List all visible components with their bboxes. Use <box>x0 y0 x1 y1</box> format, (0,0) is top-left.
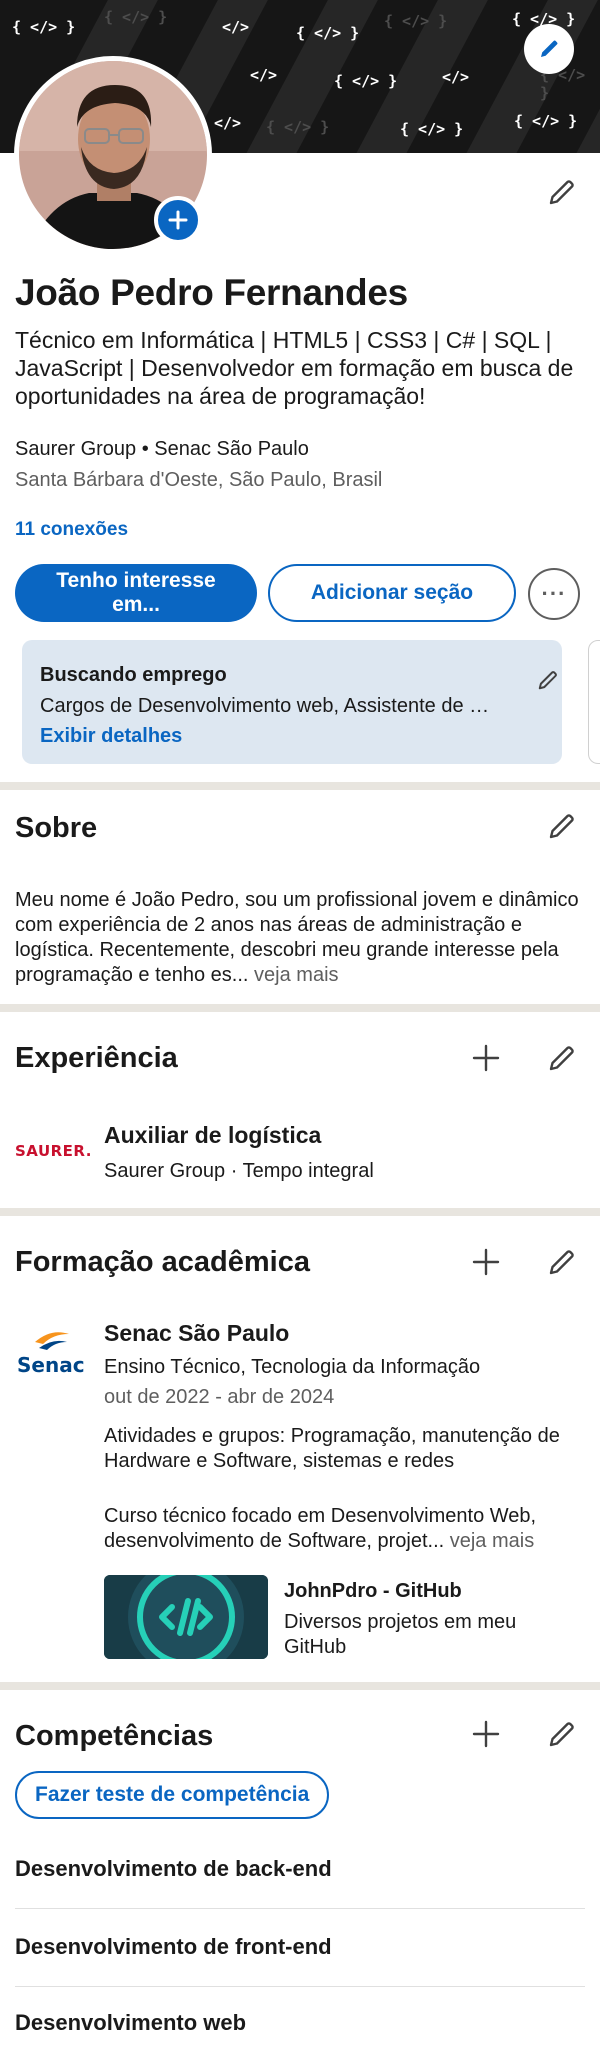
code-logo-icon <box>104 1575 268 1659</box>
about-text: Meu nome é João Pedro, sou um profission… <box>15 888 585 988</box>
edit-banner-button[interactable] <box>524 24 574 74</box>
experience-role[interactable]: Auxiliar de logística <box>104 1122 321 1149</box>
show-details-link[interactable]: Exibir detalhes <box>40 725 544 748</box>
add-education-button[interactable] <box>468 1244 504 1280</box>
plus-icon <box>472 1720 500 1748</box>
education-degree: Ensino Técnico, Tecnologia da Informação <box>104 1356 481 1378</box>
pencil-icon <box>549 1250 574 1275</box>
banner-code-snippet: { </> } <box>104 8 168 26</box>
open-to-work-description: Cargos de Desenvolvimento web, Assistent… <box>40 695 490 717</box>
banner-code-snippet: { </> } <box>266 118 330 136</box>
education-school[interactable]: Senac São Paulo <box>104 1320 289 1347</box>
pencil-icon <box>549 1046 574 1071</box>
section-divider <box>0 1208 600 1216</box>
open-to-work-title: Buscando emprego <box>40 664 227 686</box>
skill-assessment-button[interactable]: Fazer teste de competência <box>15 1771 330 1819</box>
plus-icon <box>168 210 188 230</box>
more-actions-button[interactable]: ··· <box>528 568 580 620</box>
add-section-button[interactable]: Adicionar seção <box>268 564 516 622</box>
media-title[interactable]: JohnPdro - GitHub <box>284 1580 462 1603</box>
skill-divider <box>15 1908 585 1909</box>
banner-code-snippet: { </> } <box>400 120 464 138</box>
banner-code-snippet: </> <box>214 114 242 132</box>
next-card-preview[interactable] <box>588 640 600 764</box>
add-photo-button[interactable] <box>154 196 202 244</box>
section-divider <box>0 1004 600 1012</box>
banner-code-snippet: { </> } <box>12 18 76 36</box>
banner-code-snippet: </> <box>250 66 278 84</box>
edit-intro-button[interactable] <box>544 174 580 210</box>
profile-location: Santa Bárbara d'Oeste, São Paulo, Brasil <box>15 469 383 491</box>
banner-code-snippet: </> <box>442 68 470 86</box>
section-divider <box>0 1682 600 1690</box>
banner-code-snippet: { </> } <box>384 12 448 30</box>
education-activities: Atividades e grupos: Programação, manute… <box>104 1425 560 1472</box>
skills-section-title: Competências <box>15 1720 214 1752</box>
plus-icon <box>472 1044 500 1072</box>
add-skill-button[interactable] <box>468 1716 504 1752</box>
edit-experience-button[interactable] <box>544 1040 580 1076</box>
skill-item[interactable]: Desenvolvimento de front-end <box>15 1934 332 1960</box>
open-to-work-card[interactable]: Buscando emprego Cargos de Desenvolvimen… <box>22 640 562 764</box>
profile-company-line[interactable]: Saurer Group • Senac São Paulo <box>15 438 309 461</box>
skill-item[interactable]: Desenvolvimento web <box>15 2010 246 2036</box>
section-divider <box>0 782 600 790</box>
saurer-logo: SAURER. <box>15 1142 92 1160</box>
profile-name: João Pedro Fernandes <box>15 272 408 313</box>
about-section-title: Sobre <box>15 812 98 844</box>
education-description: Curso técnico focado em Desenvolvimento … <box>104 1504 584 1554</box>
plus-icon <box>472 1248 500 1276</box>
education-section-title: Formação acadêmica <box>15 1246 310 1278</box>
senac-emblem: Senac <box>17 1332 85 1377</box>
pencil-icon <box>549 1722 574 1747</box>
banner-code-snippet: { </> } <box>334 72 398 90</box>
profile-headline: Técnico em Informática | HTML5 | CSS3 | … <box>15 327 574 409</box>
more-icon: ··· <box>541 581 567 606</box>
edit-about-button[interactable] <box>544 808 580 844</box>
experience-company: Saurer Group · Tempo integral <box>104 1160 374 1182</box>
pencil-icon <box>549 180 574 205</box>
pencil-icon <box>538 671 557 690</box>
connections-link[interactable]: 11 conexões <box>15 519 128 541</box>
media-description: Diversos projetos em meu GitHub <box>284 1611 517 1658</box>
senac-wordmark: Senac <box>17 1353 85 1376</box>
add-experience-button[interactable] <box>468 1040 504 1076</box>
skill-item[interactable]: Desenvolvimento de back-end <box>15 1856 332 1882</box>
edit-open-to-work-button[interactable] <box>530 662 566 698</box>
edit-education-button[interactable] <box>544 1244 580 1280</box>
pencil-icon <box>541 40 558 57</box>
media-thumbnail[interactable] <box>104 1575 268 1659</box>
senac-logo: Senac <box>15 1326 89 1377</box>
see-more-link[interactable]: veja mais <box>248 964 338 986</box>
pencil-icon <box>549 814 574 839</box>
experience-section-title: Experiência <box>15 1042 178 1074</box>
see-more-link[interactable]: veja mais <box>444 1530 534 1552</box>
skill-divider <box>15 1986 585 1987</box>
banner-code-snippet: { </> } <box>296 24 360 42</box>
banner-code-snippet: { </> } <box>514 112 578 130</box>
open-to-button[interactable]: Tenho interesse em... <box>15 564 257 622</box>
banner-code-snippet: </> <box>222 18 250 36</box>
edit-skills-button[interactable] <box>544 1716 580 1752</box>
education-dates: out de 2022 - abr de 2024 <box>104 1386 335 1408</box>
